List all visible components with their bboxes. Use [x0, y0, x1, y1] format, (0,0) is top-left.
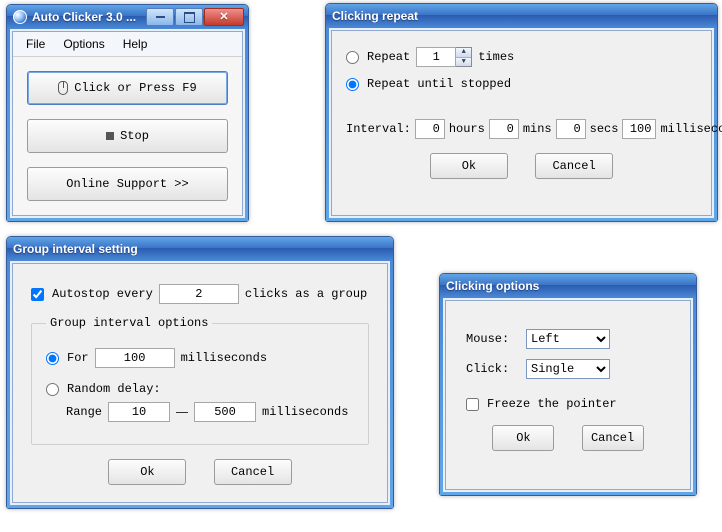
group-titlebar[interactable]: Group interval setting — [7, 237, 393, 261]
support-button-label: Online Support >> — [66, 177, 188, 191]
stop-icon — [106, 132, 114, 140]
click-label: Click: — [466, 362, 516, 376]
app-icon — [13, 10, 27, 24]
main-window: Auto Clicker 3.0 ... File Options Help C… — [6, 4, 249, 222]
stop-button-label: Stop — [120, 129, 149, 143]
range-label: Range — [66, 405, 102, 419]
interval-mins-input[interactable] — [489, 119, 519, 139]
for-unit: milliseconds — [181, 351, 267, 365]
main-title: Auto Clicker 3.0 ... — [32, 10, 145, 24]
menu-help[interactable]: Help — [115, 35, 156, 53]
range-max-input[interactable] — [194, 402, 256, 422]
mouse-icon — [58, 81, 68, 95]
range-min-input[interactable] — [108, 402, 170, 422]
autostop-value-input[interactable] — [159, 284, 239, 304]
autostop-label: Autostop every — [52, 287, 153, 301]
click-select[interactable]: Single — [526, 359, 610, 379]
repeat-until-radio[interactable]: Repeat until stopped — [346, 77, 511, 91]
click-or-press-button[interactable]: Click or Press F9 — [27, 71, 228, 105]
interval-secs-unit: secs — [590, 122, 619, 136]
group-title: Group interval setting — [13, 242, 389, 256]
repeat-titlebar[interactable]: Clicking repeat — [326, 4, 717, 28]
options-title: Clicking options — [446, 279, 692, 293]
minimize-button[interactable] — [146, 8, 174, 26]
options-cancel-button[interactable]: Cancel — [582, 425, 644, 451]
repeat-times-spinner[interactable]: ▲▼ — [456, 47, 472, 67]
for-radio[interactable]: For — [46, 351, 89, 365]
click-button-label: Click or Press F9 — [74, 81, 196, 95]
mouse-label: Mouse: — [466, 332, 516, 346]
interval-label: Interval: — [346, 122, 411, 136]
interval-hours-input[interactable] — [415, 119, 445, 139]
main-titlebar[interactable]: Auto Clicker 3.0 ... — [7, 5, 248, 29]
random-delay-radio[interactable]: Random delay: — [46, 382, 161, 396]
range-unit: milliseconds — [262, 405, 348, 419]
menu-options[interactable]: Options — [55, 35, 112, 53]
interval-ms-unit: milliseconds — [660, 122, 722, 136]
repeat-ok-button[interactable]: Ok — [430, 153, 508, 179]
options-ok-button[interactable]: Ok — [492, 425, 554, 451]
stop-button[interactable]: Stop — [27, 119, 228, 153]
repeat-window: Clicking repeat Repeat ▲▼ times Repeat u… — [325, 3, 718, 222]
for-label: For — [67, 351, 89, 365]
repeat-title: Clicking repeat — [332, 9, 713, 23]
group-interval-fieldset: Group interval options For milliseconds … — [31, 316, 369, 445]
close-button[interactable] — [204, 8, 244, 26]
repeat-cancel-button[interactable]: Cancel — [535, 153, 613, 179]
menu-file[interactable]: File — [18, 35, 53, 53]
group-ok-button[interactable]: Ok — [108, 459, 186, 485]
maximize-button[interactable] — [175, 8, 203, 26]
freeze-pointer-checkbox[interactable]: Freeze the pointer — [466, 397, 617, 411]
options-window: Clicking options Mouse: Left Click: Sing… — [439, 273, 697, 496]
repeat-times-suffix: times — [478, 50, 514, 64]
group-cancel-button[interactable]: Cancel — [214, 459, 292, 485]
options-titlebar[interactable]: Clicking options — [440, 274, 696, 298]
repeat-until-label: Repeat until stopped — [367, 77, 511, 91]
repeat-times-radio[interactable]: Repeat — [346, 50, 410, 64]
group-interval-legend: Group interval options — [46, 316, 212, 330]
group-window: Group interval setting Autostop every cl… — [6, 236, 394, 509]
random-delay-label: Random delay: — [67, 382, 161, 396]
interval-hours-unit: hours — [449, 122, 485, 136]
interval-mins-unit: mins — [523, 122, 552, 136]
menubar: File Options Help — [13, 32, 242, 57]
interval-secs-input[interactable] — [556, 119, 586, 139]
interval-ms-input[interactable] — [622, 119, 656, 139]
autostop-suffix: clicks as a group — [245, 287, 367, 301]
repeat-times-label: Repeat — [367, 50, 410, 64]
online-support-button[interactable]: Online Support >> — [27, 167, 228, 201]
range-dash-icon — [176, 412, 188, 413]
freeze-pointer-label: Freeze the pointer — [487, 397, 617, 411]
autostop-checkbox[interactable]: Autostop every — [31, 287, 153, 301]
repeat-times-input[interactable] — [416, 47, 456, 67]
mouse-select[interactable]: Left — [526, 329, 610, 349]
for-value-input[interactable] — [95, 348, 175, 368]
